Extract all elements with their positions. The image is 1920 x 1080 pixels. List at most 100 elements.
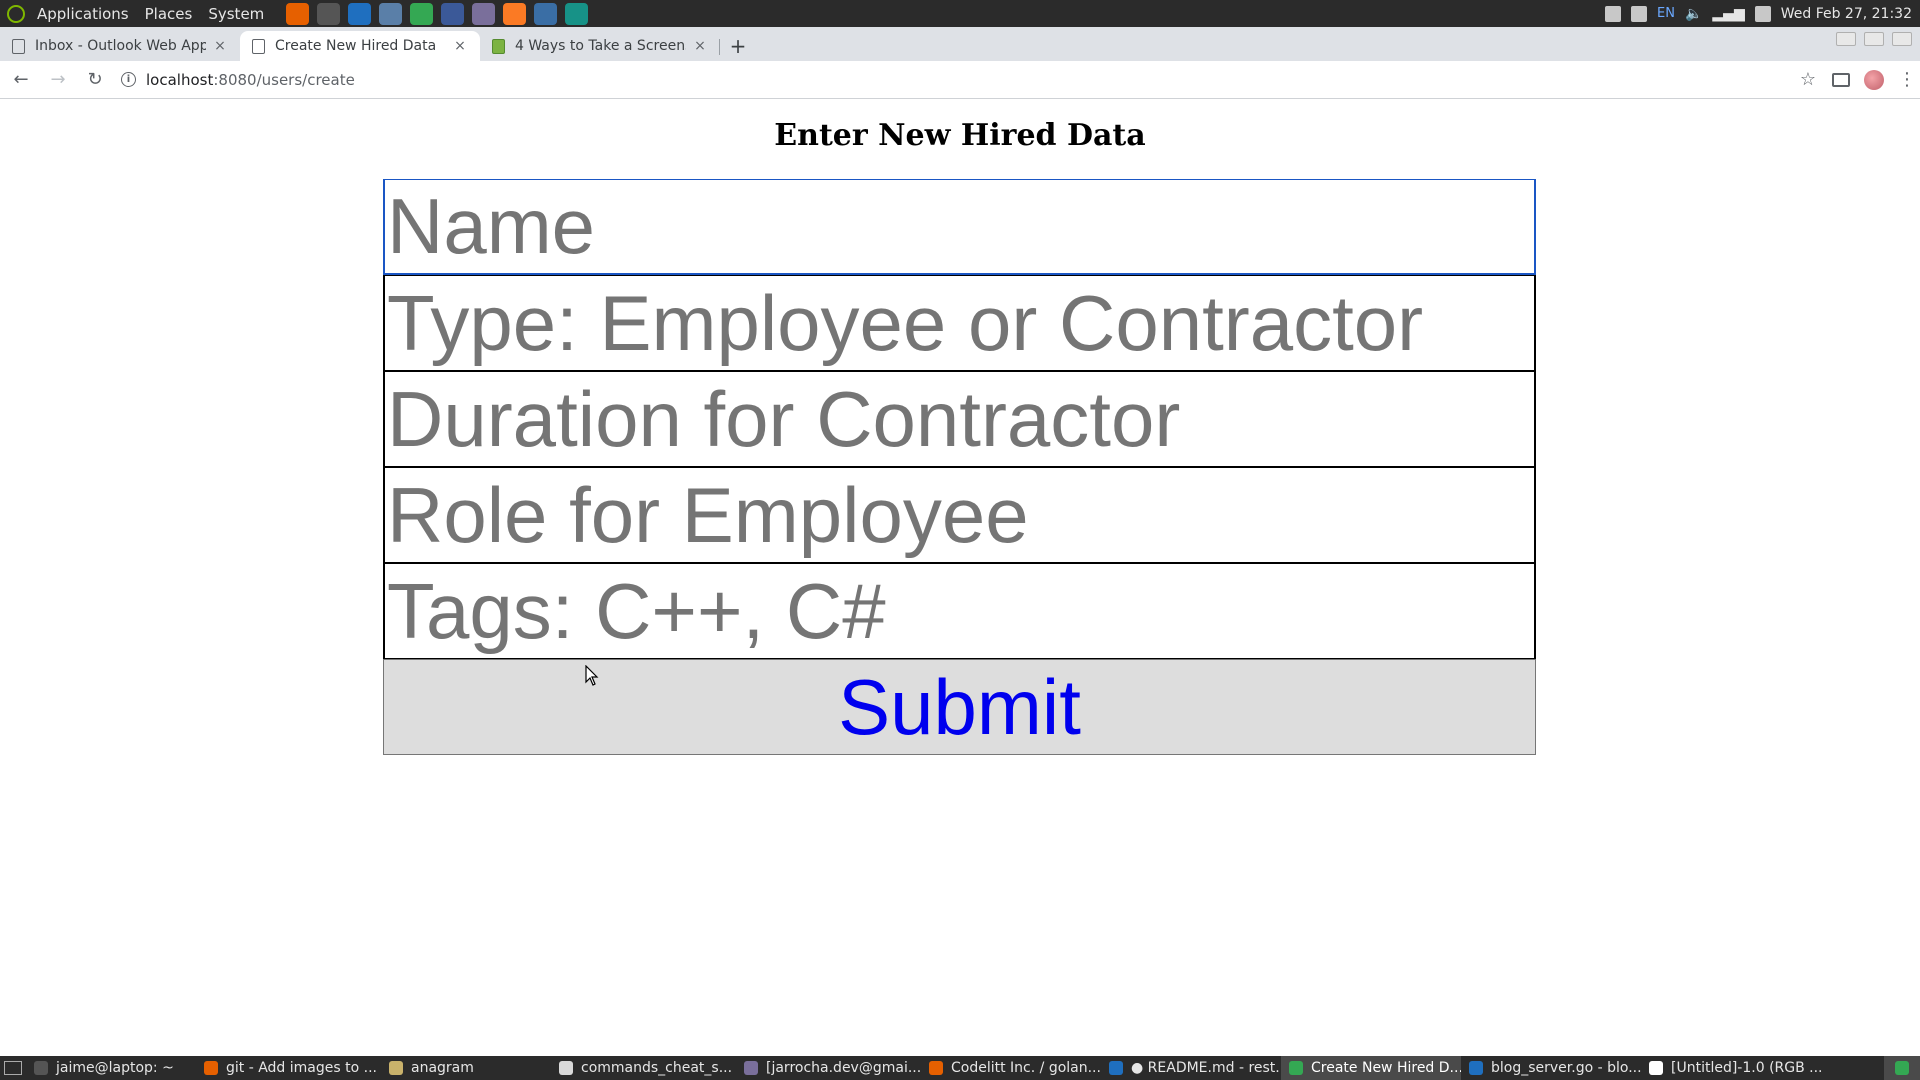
folder-icon (389, 1061, 403, 1075)
pidgin-icon[interactable] (472, 2, 496, 25)
firefox-icon (204, 1061, 218, 1075)
page-icon (252, 38, 265, 54)
menu-places[interactable]: Places (137, 5, 201, 23)
forward-button[interactable]: → (42, 64, 74, 96)
address-bar[interactable]: i localhost:8080/users/create ☆ (121, 64, 1824, 95)
chrome-icon[interactable] (410, 2, 434, 25)
show-desktop-button[interactable] (4, 1061, 22, 1075)
tab-screenshot-article[interactable]: 4 Ways to Take a Screensh × (480, 31, 720, 61)
clock[interactable]: Wed Feb 27, 21:32 (1781, 6, 1912, 22)
vscode-icon (1109, 1061, 1123, 1075)
tab-title: Create New Hired Data (275, 38, 437, 54)
taskbar-item-label: git - Add images to ... (226, 1060, 377, 1076)
bookmark-star-icon[interactable]: ☆ (1800, 69, 1824, 90)
gimp-icon (1649, 1061, 1663, 1075)
tab-inbox[interactable]: Inbox - Outlook Web App. × (0, 31, 240, 61)
vscode-icon[interactable] (348, 2, 372, 25)
maximize-button[interactable] (1864, 32, 1884, 46)
battery-icon[interactable] (1754, 5, 1771, 22)
vscode-icon (1469, 1061, 1483, 1075)
terminal-icon (34, 1061, 48, 1075)
taskbar-item[interactable]: Codelitt Inc. / golan... (921, 1056, 1101, 1080)
firefox-icon (929, 1061, 943, 1075)
signal-icon[interactable]: ▂▄▆ (1712, 6, 1744, 22)
taskbar-item-label: Codelitt Inc. / golan... (951, 1060, 1101, 1076)
hire-form: Submit (383, 179, 1536, 755)
taskbar-item[interactable]: blog_server.go - blo... (1461, 1056, 1641, 1080)
menu-kebab-icon[interactable]: ⋮ (1898, 69, 1916, 90)
taskbar-item-label: jaime@laptop: ~ (56, 1060, 174, 1076)
taskbar-item-label: commands_cheat_s... (581, 1060, 733, 1076)
taskbar-item[interactable]: jaime@laptop: ~ (26, 1056, 196, 1080)
minimize-button[interactable] (1836, 32, 1856, 46)
taskbar-item[interactable]: ● README.md - rest... (1101, 1056, 1281, 1080)
system-top-panel: Applications Places System EN 🔈 ▂▄▆ Wed … (0, 0, 1920, 27)
tab-close-icon[interactable]: × (452, 38, 468, 54)
tab-close-icon[interactable]: × (692, 38, 708, 54)
duration-input[interactable] (383, 371, 1536, 467)
volume-icon[interactable]: 🔈 (1685, 6, 1702, 22)
taskbar-item[interactable]: git - Add images to ... (196, 1056, 381, 1080)
page-content: Enter New Hired Data Submit (0, 100, 1920, 1056)
sheet-icon (492, 38, 505, 54)
bottom-taskbar: jaime@laptop: ~ git - Add images to ... an… (0, 1056, 1920, 1080)
window-controls (1836, 32, 1920, 56)
new-tab-button[interactable]: + (724, 31, 752, 61)
tags-input[interactable] (383, 563, 1536, 659)
tab-title: Inbox - Outlook Web App. (35, 38, 206, 54)
tab-title: 4 Ways to Take a Screensh (515, 38, 686, 54)
taskbar-item-label: anagram (411, 1060, 474, 1076)
name-input[interactable] (383, 179, 1536, 275)
xampp-icon[interactable] (503, 2, 527, 25)
back-arrow-icon: ← (13, 69, 29, 90)
distro-logo-icon[interactable] (7, 4, 25, 23)
page-title: Enter New Hired Data (774, 118, 1146, 153)
back-button[interactable]: ← (5, 64, 37, 96)
taskbar-item[interactable]: [jarrocha.dev@gmai... (736, 1056, 921, 1080)
firefox-icon[interactable] (286, 2, 310, 25)
reload-button[interactable]: ↻ (79, 64, 111, 96)
taskbar-item-label: ● README.md - rest... (1131, 1060, 1281, 1076)
taskbar-item[interactable]: anagram (381, 1056, 551, 1080)
type-input[interactable] (383, 275, 1536, 371)
network-icon[interactable] (1605, 5, 1622, 22)
keyboard-layout[interactable]: EN (1657, 6, 1675, 21)
menu-applications[interactable]: Applications (29, 5, 137, 23)
taskbar-item-label: blog_server.go - blo... (1491, 1060, 1641, 1076)
url-path: :8080/users/create (213, 70, 355, 89)
virtualbox-icon[interactable] (534, 2, 558, 25)
gitkraken-icon[interactable] (565, 2, 589, 25)
profile-avatar[interactable] (1864, 69, 1884, 90)
site-info-icon[interactable]: i (121, 72, 136, 87)
menu-system[interactable]: System (200, 5, 272, 23)
taskbar-item-label: [jarrocha.dev@gmai... (766, 1060, 921, 1076)
tab-create-new-hired-data[interactable]: Create New Hired Data × (240, 31, 480, 61)
role-input[interactable] (383, 467, 1536, 563)
calculator-icon[interactable] (441, 2, 465, 25)
taskbar-item[interactable]: [Untitled]-1.0 (RGB ... (1641, 1056, 1821, 1080)
chrome-icon (1289, 1061, 1303, 1075)
chrome-icon[interactable] (1884, 1056, 1920, 1080)
pidgin-icon (744, 1061, 758, 1075)
browser-toolbar: ← → ↻ i localhost:8080/users/create ☆ ⋮ (0, 61, 1920, 99)
url-host: localhost (146, 70, 214, 89)
submit-button[interactable]: Submit (383, 659, 1536, 755)
taskbar-item-label: [Untitled]-1.0 (RGB ... (1671, 1060, 1821, 1076)
forward-arrow-icon: → (50, 69, 66, 90)
terminal-icon[interactable] (317, 2, 341, 25)
remote-desktop-icon[interactable] (379, 2, 403, 25)
taskbar-item[interactable]: commands_cheat_s... (551, 1056, 736, 1080)
cast-icon[interactable] (1832, 72, 1850, 87)
page-icon (12, 38, 25, 54)
reload-icon: ↻ (87, 69, 103, 90)
close-window-button[interactable] (1892, 32, 1912, 46)
launcher-bar (286, 2, 589, 25)
tab-separator (719, 39, 720, 55)
taskbar-item-label: Create New Hired D... (1311, 1060, 1461, 1076)
text-editor-icon (559, 1061, 573, 1075)
browser-tab-strip: Inbox - Outlook Web App. × Create New Hi… (0, 27, 1920, 61)
system-tray: EN 🔈 ▂▄▆ Wed Feb 27, 21:32 (1605, 5, 1920, 22)
taskbar-item[interactable]: Create New Hired D... (1281, 1056, 1461, 1080)
dropbox-icon[interactable] (1631, 5, 1648, 22)
tab-close-icon[interactable]: × (212, 38, 228, 54)
